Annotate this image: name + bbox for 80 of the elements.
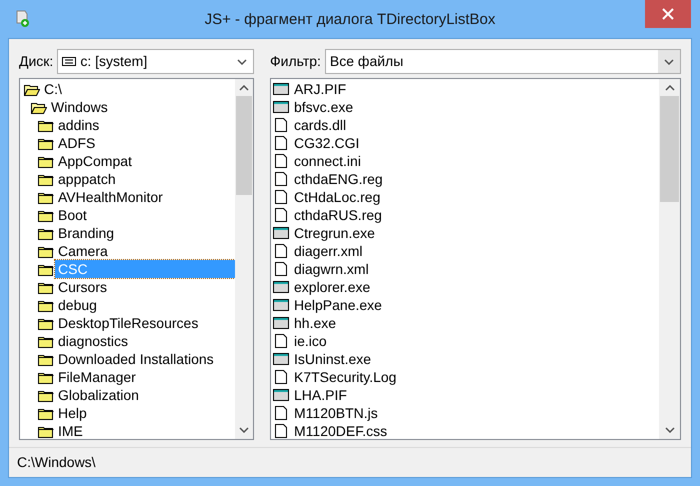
folder-item[interactable]: Globalization [58,386,235,404]
close-button[interactable] [645,0,691,28]
file-item[interactable]: ie.ico [294,332,327,350]
chevron-up-icon[interactable] [239,85,249,91]
file-item[interactable]: diagerr.xml [294,242,362,260]
drive-value: c: [system] [80,52,148,71]
document-icon [275,172,287,186]
document-icon [275,190,287,204]
folder-item[interactable]: apppatch [58,170,235,188]
drive-dropdown[interactable]: c: [system] [57,49,254,74]
folder-item[interactable]: Branding [58,224,235,242]
chevron-down-icon[interactable] [239,427,249,433]
folder-item[interactable]: Windows [51,98,235,116]
document-icon [275,334,287,348]
document-icon [275,406,287,420]
file-item[interactable]: LHA.PIF [294,386,347,404]
window-title: JS+ - фрагмент диалога TDirectoryListBox [204,10,496,30]
file-item[interactable]: diagwrn.xml [294,260,369,278]
folder-item[interactable]: DesktopTileResources [58,314,235,332]
folder-item[interactable]: AVHealthMonitor [58,188,235,206]
filter-dropdown[interactable]: Все файлы [324,49,681,74]
chevron-down-icon [237,58,247,64]
folder-item[interactable]: Help [58,404,235,422]
folder-item[interactable]: ADFS [58,134,235,152]
file-item[interactable]: ARJ.PIF [294,80,346,98]
drive-icon [62,57,76,66]
document-icon [275,370,287,384]
file-item[interactable]: HelpPane.exe [294,296,382,314]
folder-item[interactable]: Downloaded Installations [58,350,235,368]
chevron-up-icon[interactable] [664,85,674,91]
program-icon [273,299,289,311]
folder-item[interactable]: debug [58,296,235,314]
app-icon [14,10,30,28]
file-item[interactable]: M1120BTN.js [294,404,378,422]
folder-item[interactable]: Boot [58,206,235,224]
program-icon [273,101,289,113]
folder-item[interactable]: IME [58,422,235,439]
document-icon [275,262,287,276]
scrollbar-thumb[interactable] [236,96,252,195]
file-item[interactable]: CG32.CGI [294,134,360,152]
folder-item[interactable]: FileManager [58,368,235,386]
folder-item[interactable]: AppCompat [58,152,235,170]
chevron-down-icon [664,58,674,64]
folder-item[interactable]: addins [58,116,235,134]
status-text: C:\Windows\ [17,453,96,472]
chevron-down-icon[interactable] [664,427,674,433]
file-item[interactable]: CtHdaLoc.reg [294,188,380,206]
scrollbar-thumb[interactable] [660,96,679,202]
file-item[interactable]: hh.exe [294,314,336,332]
folder-item[interactable]: Cursors [58,278,235,296]
document-icon [275,118,287,132]
file-item[interactable]: cards.dll [294,116,346,134]
folder-item[interactable]: diagnostics [58,332,235,350]
program-icon [273,83,289,95]
filter-value: Все файлы [330,52,404,71]
file-item[interactable]: M1120DEF.css [294,422,388,439]
document-icon [275,244,287,258]
document-icon [275,136,287,150]
program-icon [273,281,289,293]
scrollbar[interactable] [659,79,680,439]
file-item[interactable]: cthdaENG.reg [294,170,383,188]
program-icon [273,227,289,239]
file-item[interactable]: Ctregrun.exe [294,224,375,242]
file-item[interactable]: cthdaRUS.reg [294,206,382,224]
close-icon [662,8,674,20]
file-item[interactable]: IsUninst.exe [294,350,372,368]
drive-label: Диск: [19,52,54,71]
program-icon [273,389,289,401]
file-item[interactable]: K7TSecurity.Log [294,368,396,386]
program-icon [273,317,289,329]
file-item[interactable]: explorer.exe [294,278,370,296]
file-item[interactable]: connect.ini [294,152,361,170]
filter-label: Фильтр: [270,52,321,71]
document-icon [275,208,287,222]
folder-item[interactable]: C:\ [44,80,235,98]
program-icon [273,353,289,365]
document-icon [275,154,287,168]
folder-item[interactable]: Camera [58,242,235,260]
scrollbar[interactable] [235,79,253,439]
file-item[interactable]: bfsvc.exe [294,98,354,116]
